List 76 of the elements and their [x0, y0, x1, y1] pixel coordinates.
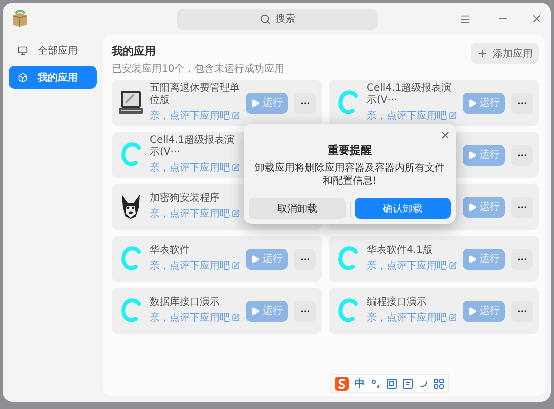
- moon-icon[interactable]: [419, 379, 428, 388]
- edit-icon: [449, 262, 457, 270]
- cancel-button[interactable]: 取消卸载: [249, 198, 346, 219]
- play-icon: [468, 254, 477, 264]
- app-title: 数据库接口演示: [150, 296, 221, 308]
- dialog-message: 卸载应用将删除应用容器及容器内所有文件和配置信息!: [255, 162, 445, 188]
- run-button[interactable]: 运行: [463, 144, 505, 166]
- dog-icon: [119, 194, 143, 220]
- rate-app-link[interactable]: 亲，点评下应用吧: [367, 259, 457, 274]
- close-button[interactable]: [440, 130, 451, 141]
- c-logo-icon: [337, 246, 359, 272]
- close-icon: [440, 130, 451, 141]
- app-title: Cell4.1超级报表演示(V···: [367, 83, 453, 106]
- app-title: 华表软件4.1版: [367, 244, 434, 256]
- keyboard-icon[interactable]: [387, 378, 397, 388]
- play-icon: [468, 306, 477, 316]
- play-icon: [468, 98, 477, 108]
- rate-app-link[interactable]: 亲，点评下应用吧: [367, 311, 457, 326]
- rate-app-link[interactable]: 亲，点评下应用吧: [367, 109, 457, 123]
- close-icon: [531, 13, 543, 25]
- run-button[interactable]: 运行: [246, 92, 288, 114]
- app-title: 五阳离退休费管理单位版: [150, 83, 240, 106]
- play-icon: [251, 254, 260, 264]
- ime-logo-icon[interactable]: [335, 376, 349, 390]
- rate-app-link[interactable]: 亲，点评下应用吧: [150, 109, 240, 123]
- confirm-button[interactable]: 确认卸载: [354, 198, 451, 219]
- input-mode-toggle[interactable]: 中: [355, 376, 365, 390]
- play-icon: [251, 98, 260, 108]
- menu-button[interactable]: [460, 14, 471, 24]
- edit-icon: [232, 210, 240, 218]
- run-button[interactable]: 运行: [463, 300, 505, 322]
- punctuation-icon[interactable]: [371, 378, 381, 388]
- edit-icon: [232, 262, 240, 270]
- edit-icon: [232, 164, 240, 172]
- close-button[interactable]: [531, 13, 543, 25]
- play-icon: [468, 202, 477, 212]
- c-logo-icon: [120, 298, 142, 324]
- edit-icon: [232, 314, 240, 322]
- edit-icon: [449, 314, 457, 322]
- edit-icon: [232, 112, 240, 120]
- play-icon: [251, 306, 260, 316]
- computer-icon: [118, 90, 144, 116]
- cube-icon: [18, 72, 28, 82]
- app-title: Cell4.1超级报表演示(V···: [150, 135, 236, 158]
- app-title: 编程接口演示: [367, 296, 428, 308]
- edit-icon: [449, 112, 457, 120]
- run-button[interactable]: 运行: [246, 300, 288, 322]
- rate-app-link[interactable]: 亲，点评下应用吧: [150, 207, 240, 222]
- monitor-icon: [18, 46, 28, 56]
- sidebar-item[interactable]: 我的应用: [9, 66, 97, 89]
- sidebar-item[interactable]: 全部应用: [9, 39, 97, 62]
- section-subtitle: 已安装应用10个，包含未运行成功应用: [112, 62, 285, 76]
- app-title: 华表软件: [150, 244, 191, 256]
- play-icon: [468, 150, 477, 160]
- run-button[interactable]: 运行: [463, 196, 505, 218]
- menu-icon: [460, 14, 471, 24]
- c-logo-icon: [337, 90, 359, 116]
- package-box-icon: [11, 10, 29, 28]
- c-logo-icon: [120, 246, 142, 272]
- app-title: 加密狗安装程序: [150, 192, 221, 204]
- c-logo-icon: [337, 298, 359, 324]
- run-button[interactable]: 运行: [463, 248, 505, 270]
- rate-app-link[interactable]: 亲，点评下应用吧: [150, 259, 240, 274]
- section-title: 我的应用: [112, 44, 157, 59]
- search-field[interactable]: 搜索: [177, 8, 378, 30]
- dialog-title: 重要提醒: [328, 143, 372, 158]
- plus-icon: [477, 48, 488, 59]
- add-app-button[interactable]: 添加应用: [471, 43, 539, 64]
- run-button[interactable]: 运行: [246, 248, 288, 270]
- search-icon: [260, 14, 270, 24]
- run-button[interactable]: 运行: [463, 92, 505, 114]
- c-logo-icon: [120, 142, 142, 168]
- grid-icon[interactable]: [434, 378, 444, 388]
- skin-icon[interactable]: [403, 378, 413, 388]
- rate-app-link[interactable]: 亲，点评下应用吧: [150, 161, 240, 175]
- rate-app-link[interactable]: 亲，点评下应用吧: [150, 311, 240, 326]
